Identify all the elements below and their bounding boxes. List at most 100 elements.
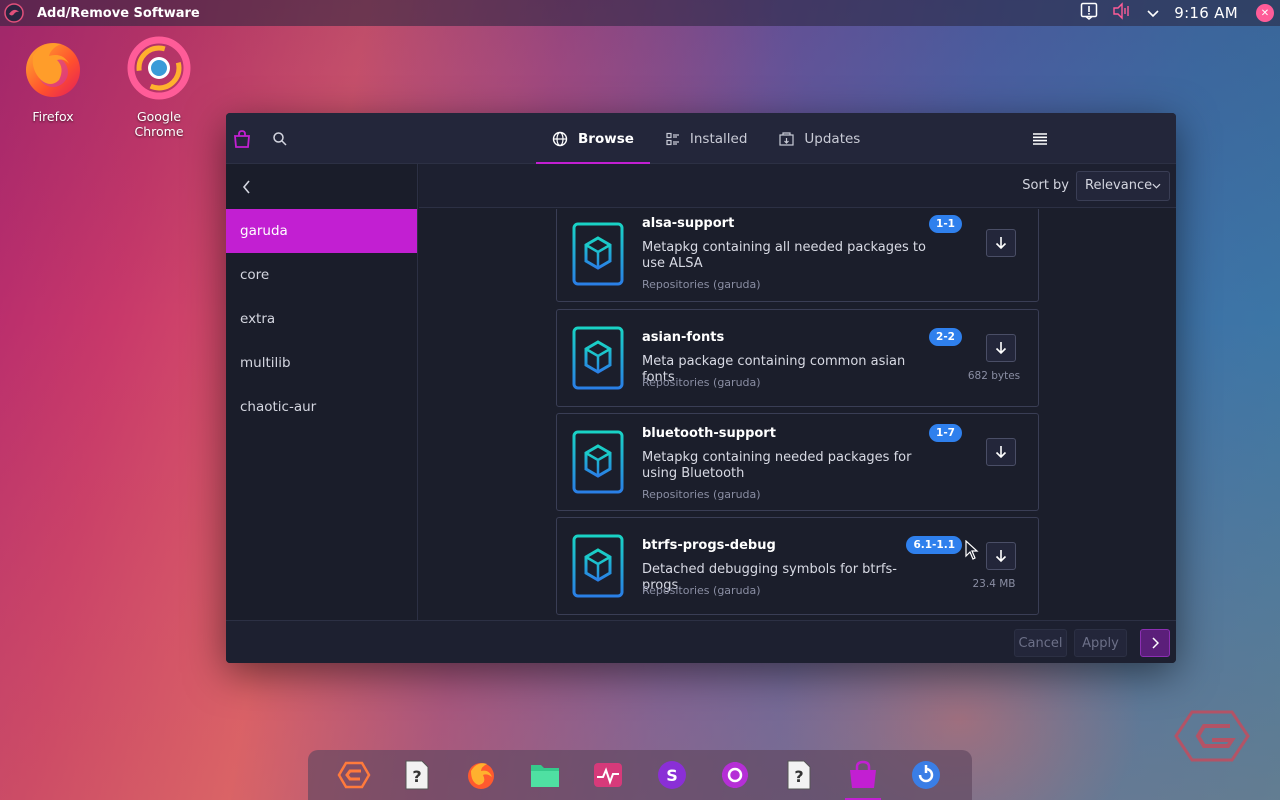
firefox-icon <box>26 43 80 97</box>
chevron-left-icon <box>242 179 250 194</box>
package-repo: Repositories (garuda) <box>642 584 761 597</box>
download-icon <box>995 342 1007 355</box>
version-badge: 2-2 <box>929 328 962 346</box>
sidebar-item-label: core <box>240 267 270 283</box>
package-card[interactable]: alsa-support Metapkg containing all need… <box>556 209 1039 302</box>
sidebar: garuda core extra multilib chaotic-aur <box>226 164 418 620</box>
system-monitor-icon[interactable] <box>588 755 628 795</box>
package-name: bluetooth-support <box>642 426 776 441</box>
sidebar-item-extra[interactable]: extra <box>226 297 417 341</box>
sidebar-item-multilib[interactable]: multilib <box>226 341 417 385</box>
system-tray: 9:16 AM ✕ <box>1080 0 1274 26</box>
updates-icon <box>779 131 795 146</box>
chevron-down-icon[interactable] <box>1146 4 1160 23</box>
package-name: asian-fonts <box>642 330 725 345</box>
footer-bar: Cancel Apply <box>226 620 1176 663</box>
sidebar-item-chaotic-aur[interactable]: chaotic-aur <box>226 385 417 429</box>
tab-label: Installed <box>689 130 748 147</box>
package-repo: Repositories (garuda) <box>642 278 761 291</box>
main-tabs: Browse Installed Updates <box>536 113 876 165</box>
garuda-settings-icon[interactable]: S <box>652 755 692 795</box>
chrome-icon <box>127 36 191 100</box>
cancel-label: Cancel <box>1018 635 1063 651</box>
download-icon <box>995 446 1007 459</box>
download-icon <box>995 237 1007 250</box>
package-size: 23.4 MB <box>972 578 1016 590</box>
sidebar-item-label: garuda <box>240 223 288 239</box>
tab-label: Browse <box>578 130 634 147</box>
list-icon <box>666 132 679 145</box>
software-manager-window: Browse Installed Updates garuda core ext… <box>226 113 1176 663</box>
top-panel: Add/Remove Software 9:16 AM ✕ <box>0 0 1280 26</box>
package-size: 682 bytes <box>967 370 1021 382</box>
search-icon[interactable] <box>267 126 293 152</box>
sidebar-item-label: chaotic-aur <box>240 399 317 415</box>
cancel-button[interactable]: Cancel <box>1014 629 1067 657</box>
garuda-logo-icon <box>1174 710 1250 762</box>
chevron-down-icon <box>1152 183 1161 189</box>
package-description: Metapkg containing all needed packages t… <box>642 240 926 271</box>
package-card[interactable]: asian-fonts Meta package containing comm… <box>556 309 1039 407</box>
package-icon <box>572 326 624 390</box>
package-repo: Repositories (garuda) <box>642 488 761 501</box>
tab-label: Updates <box>804 130 861 147</box>
desktop-icon-firefox[interactable]: Firefox <box>5 36 101 124</box>
apply-label: Apply <box>1082 635 1119 651</box>
svg-text:S: S <box>666 766 678 785</box>
sidebar-item-core[interactable]: core <box>226 253 417 297</box>
package-repo: Repositories (garuda) <box>642 376 761 389</box>
garuda-boot-options-icon[interactable] <box>906 755 946 795</box>
version-badge: 1-1 <box>929 215 962 233</box>
header-bar: Browse Installed Updates <box>226 113 1176 165</box>
install-button[interactable] <box>986 438 1016 466</box>
firedragon-icon[interactable] <box>461 755 501 795</box>
garuda-menu-icon[interactable] <box>3 2 25 24</box>
tab-installed[interactable]: Installed <box>650 113 764 164</box>
back-button[interactable] <box>226 164 417 209</box>
mouse-cursor-icon <box>965 540 979 560</box>
sidebar-item-garuda[interactable]: garuda <box>226 209 417 253</box>
install-button[interactable] <box>986 229 1016 257</box>
garuda-welcome-icon[interactable] <box>334 755 374 795</box>
volume-muted-icon[interactable] <box>1112 2 1132 24</box>
dock: ? S ? <box>308 750 972 800</box>
package-name: btrfs-progs-debug <box>642 538 776 553</box>
svg-text:?: ? <box>794 767 803 786</box>
clock[interactable]: 9:16 AM <box>1174 4 1238 22</box>
sort-value: Relevance <box>1085 178 1153 193</box>
install-button[interactable] <box>986 542 1016 570</box>
desktop-icon-label: Firefox <box>32 109 74 124</box>
package-icon <box>572 430 624 494</box>
user-badge-icon[interactable]: ✕ <box>1256 4 1274 22</box>
hamburger-menu-icon[interactable] <box>1027 126 1053 152</box>
unknown-app-icon[interactable]: ? <box>779 755 819 795</box>
next-button[interactable] <box>1140 629 1170 657</box>
sidebar-item-label: extra <box>240 311 276 327</box>
package-list: alsa-support Metapkg containing all need… <box>419 209 1176 619</box>
desktop-icon-label: Google Chrome <box>134 109 184 139</box>
download-icon <box>995 550 1007 563</box>
package-icon <box>572 222 624 286</box>
package-card[interactable]: btrfs-progs-debug Detached debugging sym… <box>556 517 1039 615</box>
sort-toolbar: Sort by Relevance <box>419 164 1176 208</box>
version-badge: 6.1-1.1 <box>906 536 962 554</box>
files-icon[interactable] <box>525 755 565 795</box>
tab-updates[interactable]: Updates <box>763 113 876 164</box>
window-title: Add/Remove Software <box>37 5 200 21</box>
desktop-icon-chrome[interactable]: Google Chrome <box>111 36 207 139</box>
garuda-assistant-icon[interactable] <box>715 755 755 795</box>
apply-button[interactable]: Apply <box>1074 629 1127 657</box>
unknown-app-icon[interactable]: ? <box>397 755 437 795</box>
sort-select[interactable]: Relevance <box>1076 170 1170 201</box>
svg-text:?: ? <box>413 767 422 786</box>
package-icon <box>572 534 624 598</box>
package-card[interactable]: bluetooth-support Metapkg containing nee… <box>556 413 1039 511</box>
install-button[interactable] <box>986 334 1016 362</box>
tab-browse[interactable]: Browse <box>536 113 650 165</box>
store-bag-icon[interactable] <box>229 126 255 152</box>
package-name: alsa-support <box>642 216 735 231</box>
version-badge: 1-7 <box>929 424 962 442</box>
globe-icon <box>552 131 568 146</box>
software-store-icon[interactable] <box>843 755 883 800</box>
notification-icon[interactable] <box>1080 2 1098 24</box>
